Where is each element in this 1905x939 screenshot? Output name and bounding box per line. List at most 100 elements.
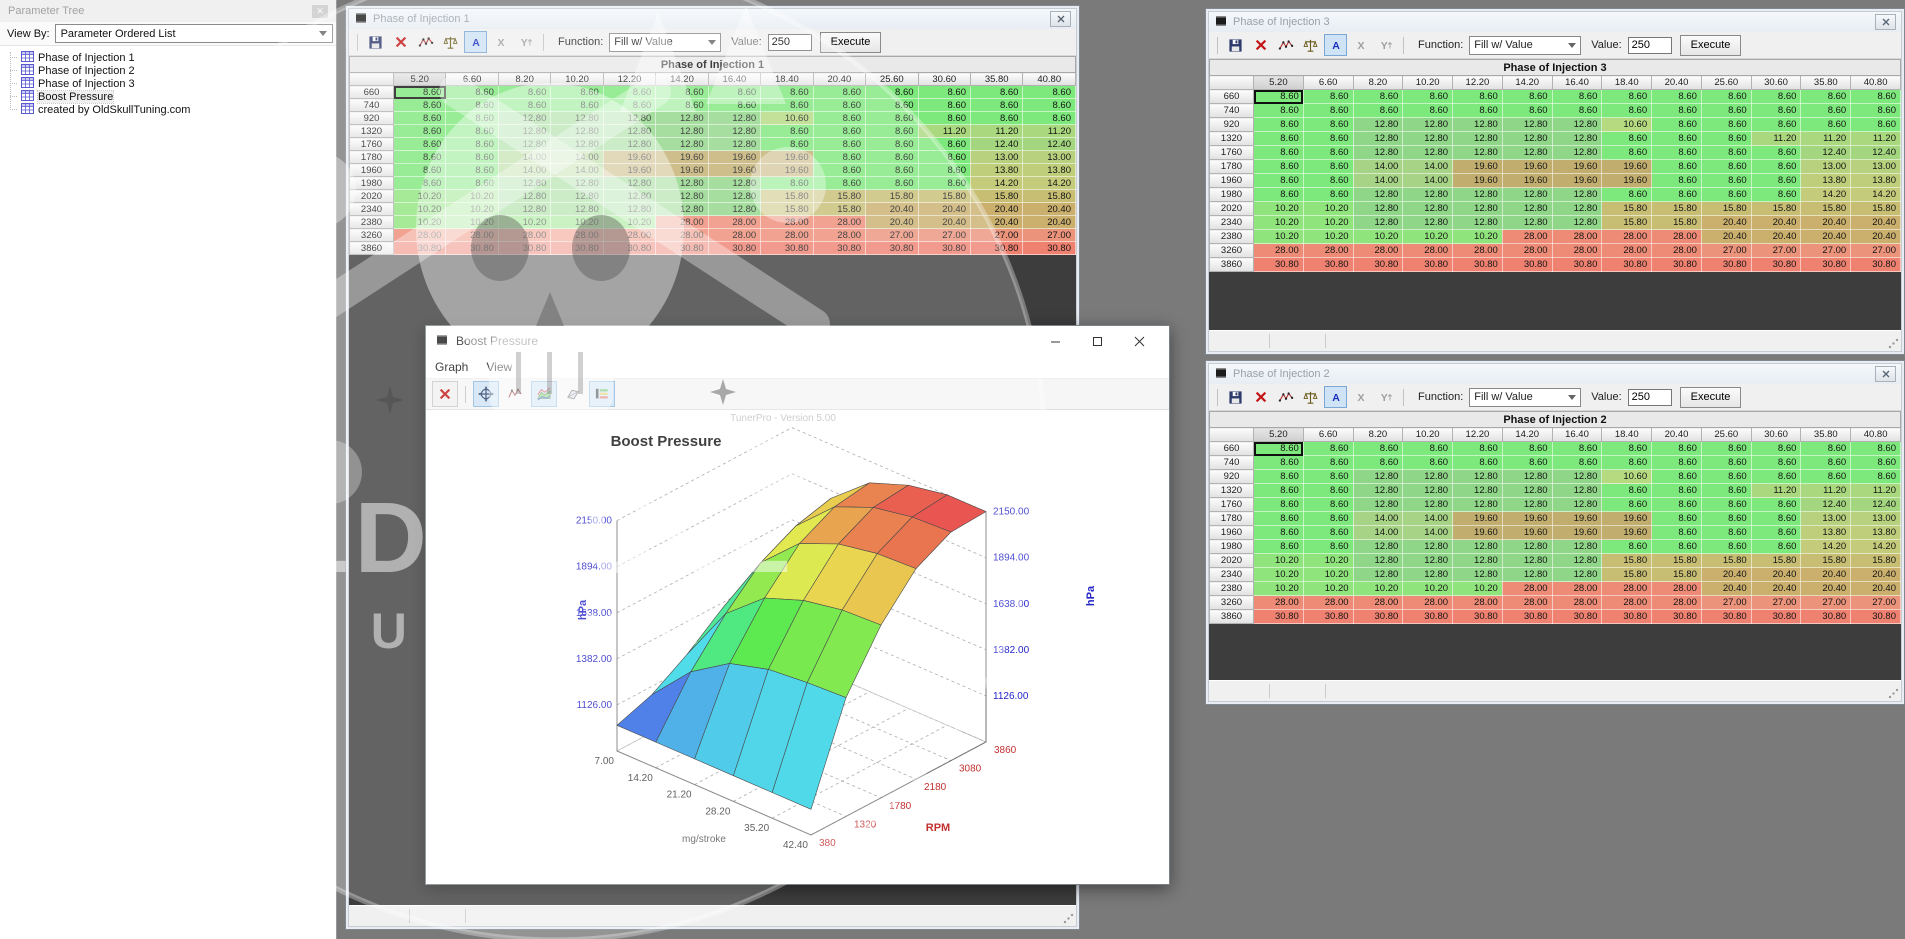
map-cell[interactable]: 20.40	[1751, 230, 1801, 244]
map-cell[interactable]: 8.60	[603, 86, 655, 99]
map-cell[interactable]: 15.80	[1602, 554, 1652, 568]
map-cell[interactable]: 13.00	[1851, 160, 1901, 174]
map-cell[interactable]: 30.80	[1453, 258, 1503, 272]
map-cell[interactable]: 28.00	[1453, 244, 1503, 258]
y-disabled-icon[interactable]: Y	[1374, 34, 1397, 56]
map-cell[interactable]: 15.80	[813, 190, 865, 203]
map-cell[interactable]: 8.60	[813, 151, 865, 164]
column-header[interactable]: 18.40	[1602, 428, 1652, 442]
map-cell[interactable]: 8.60	[1602, 188, 1652, 202]
map-cell[interactable]: 28.00	[1552, 596, 1602, 610]
column-header[interactable]: 40.80	[1851, 428, 1901, 442]
row-header[interactable]: 660	[1210, 442, 1254, 456]
map-cell[interactable]: 8.60	[446, 164, 498, 177]
map-cell[interactable]: 8.60	[866, 164, 918, 177]
map-cell[interactable]: 13.80	[970, 164, 1022, 177]
map-cell[interactable]: 28.00	[656, 216, 708, 229]
row-header[interactable]: 1960	[1210, 174, 1254, 188]
map-cell[interactable]: 8.60	[1353, 90, 1403, 104]
map-cell[interactable]: 12.80	[1502, 554, 1552, 568]
map-cell[interactable]: 12.80	[1403, 202, 1453, 216]
map-cell[interactable]: 15.80	[1851, 202, 1901, 216]
map-cell[interactable]: 12.80	[1502, 146, 1552, 160]
map-cell[interactable]: 8.60	[708, 86, 760, 99]
map-cell[interactable]: 8.60	[1751, 526, 1801, 540]
map-cell[interactable]: 12.80	[498, 203, 550, 216]
column-header[interactable]: 30.60	[918, 73, 970, 86]
map-cell[interactable]: 20.40	[1751, 568, 1801, 582]
map-cell[interactable]: 30.80	[498, 242, 550, 255]
map-cell[interactable]: 20.40	[970, 216, 1022, 229]
map-cell[interactable]: 15.80	[1602, 568, 1652, 582]
map-cell[interactable]: 14.00	[1403, 174, 1453, 188]
map-cell[interactable]: 12.80	[498, 125, 550, 138]
map-cell[interactable]: 20.40	[1701, 582, 1751, 596]
map-cell[interactable]: 10.20	[551, 216, 603, 229]
map-cell[interactable]: 27.00	[1751, 244, 1801, 258]
map-cell[interactable]: 8.60	[394, 125, 446, 138]
map-cell[interactable]: 8.60	[1751, 146, 1801, 160]
map-cell[interactable]: 8.60	[394, 99, 446, 112]
map-cell[interactable]: 8.60	[1602, 442, 1652, 456]
map-cell[interactable]: 12.80	[603, 112, 655, 125]
map-cell[interactable]: 8.60	[1751, 104, 1801, 118]
map-cell[interactable]: 10.20	[446, 190, 498, 203]
map-cell[interactable]: 20.40	[970, 203, 1022, 216]
value-input[interactable]	[1628, 37, 1672, 54]
map-cell[interactable]: 8.60	[1652, 498, 1702, 512]
map-cell[interactable]: 12.80	[1453, 216, 1503, 230]
column-header[interactable]: 35.80	[970, 73, 1022, 86]
map-cell[interactable]: 8.60	[1254, 104, 1304, 118]
map-cell[interactable]: 28.00	[1552, 582, 1602, 596]
map-cell[interactable]: 20.40	[866, 216, 918, 229]
map-cell[interactable]: 8.60	[813, 138, 865, 151]
map-cell[interactable]: 12.80	[1502, 470, 1552, 484]
map-cell[interactable]: 30.80	[1851, 610, 1901, 624]
map-cell[interactable]: 8.60	[1254, 526, 1304, 540]
map-cell[interactable]: 12.80	[1502, 202, 1552, 216]
map-cell[interactable]: 30.80	[1751, 258, 1801, 272]
y-disabled-icon[interactable]: Y	[1374, 386, 1397, 408]
column-header[interactable]: 14.20	[1502, 76, 1552, 90]
x-disabled-icon[interactable]: X	[1349, 34, 1372, 56]
map-cell[interactable]: 12.80	[1552, 146, 1602, 160]
map-cell[interactable]: 12.80	[551, 125, 603, 138]
map-cell[interactable]: 19.60	[1453, 512, 1503, 526]
map-cell[interactable]: 8.60	[1851, 104, 1901, 118]
map-cell[interactable]: 8.60	[761, 86, 813, 99]
map-cell[interactable]: 19.60	[1502, 526, 1552, 540]
map-cell[interactable]: 8.60	[1751, 160, 1801, 174]
row-header[interactable]: 920	[1210, 470, 1254, 484]
map-cell[interactable]: 8.60	[1602, 146, 1652, 160]
map-cell[interactable]: 14.00	[1403, 512, 1453, 526]
map-cell[interactable]: 8.60	[1023, 99, 1076, 112]
row-header[interactable]: 2020	[350, 190, 394, 203]
map-cell[interactable]: 12.80	[498, 138, 550, 151]
map-cell[interactable]: 8.60	[1801, 456, 1851, 470]
map-cell[interactable]: 8.60	[1303, 442, 1353, 456]
map-cell[interactable]: 30.80	[1801, 258, 1851, 272]
map-cell[interactable]: 14.20	[1851, 540, 1901, 554]
map-cell[interactable]: 8.60	[918, 138, 970, 151]
map-cell[interactable]: 19.60	[1602, 512, 1652, 526]
map-cell[interactable]: 13.80	[1801, 526, 1851, 540]
map-cell[interactable]: 12.80	[1502, 188, 1552, 202]
map-cell[interactable]: 8.60	[1751, 442, 1801, 456]
map-cell[interactable]: 10.20	[1303, 202, 1353, 216]
map-cell[interactable]: 12.80	[1453, 568, 1503, 582]
map-cell[interactable]: 19.60	[603, 151, 655, 164]
map-cell[interactable]: 14.20	[1801, 540, 1851, 554]
map-cell[interactable]: 8.60	[1254, 484, 1304, 498]
map-cell[interactable]: 10.20	[498, 216, 550, 229]
map-cell[interactable]: 12.80	[708, 203, 760, 216]
row-header[interactable]: 1960	[1210, 526, 1254, 540]
map-cell[interactable]: 8.60	[1751, 118, 1801, 132]
map-cell[interactable]: 8.60	[918, 112, 970, 125]
map-cell[interactable]: 12.80	[656, 177, 708, 190]
map-cell[interactable]: 30.80	[1303, 258, 1353, 272]
column-header[interactable]: 10.20	[551, 73, 603, 86]
map-cell[interactable]: 28.00	[1552, 230, 1602, 244]
function-dropdown[interactable]: Fill w/ Value	[1469, 388, 1581, 407]
map-cell[interactable]: 8.60	[813, 99, 865, 112]
map-cell[interactable]: 15.80	[1652, 216, 1702, 230]
